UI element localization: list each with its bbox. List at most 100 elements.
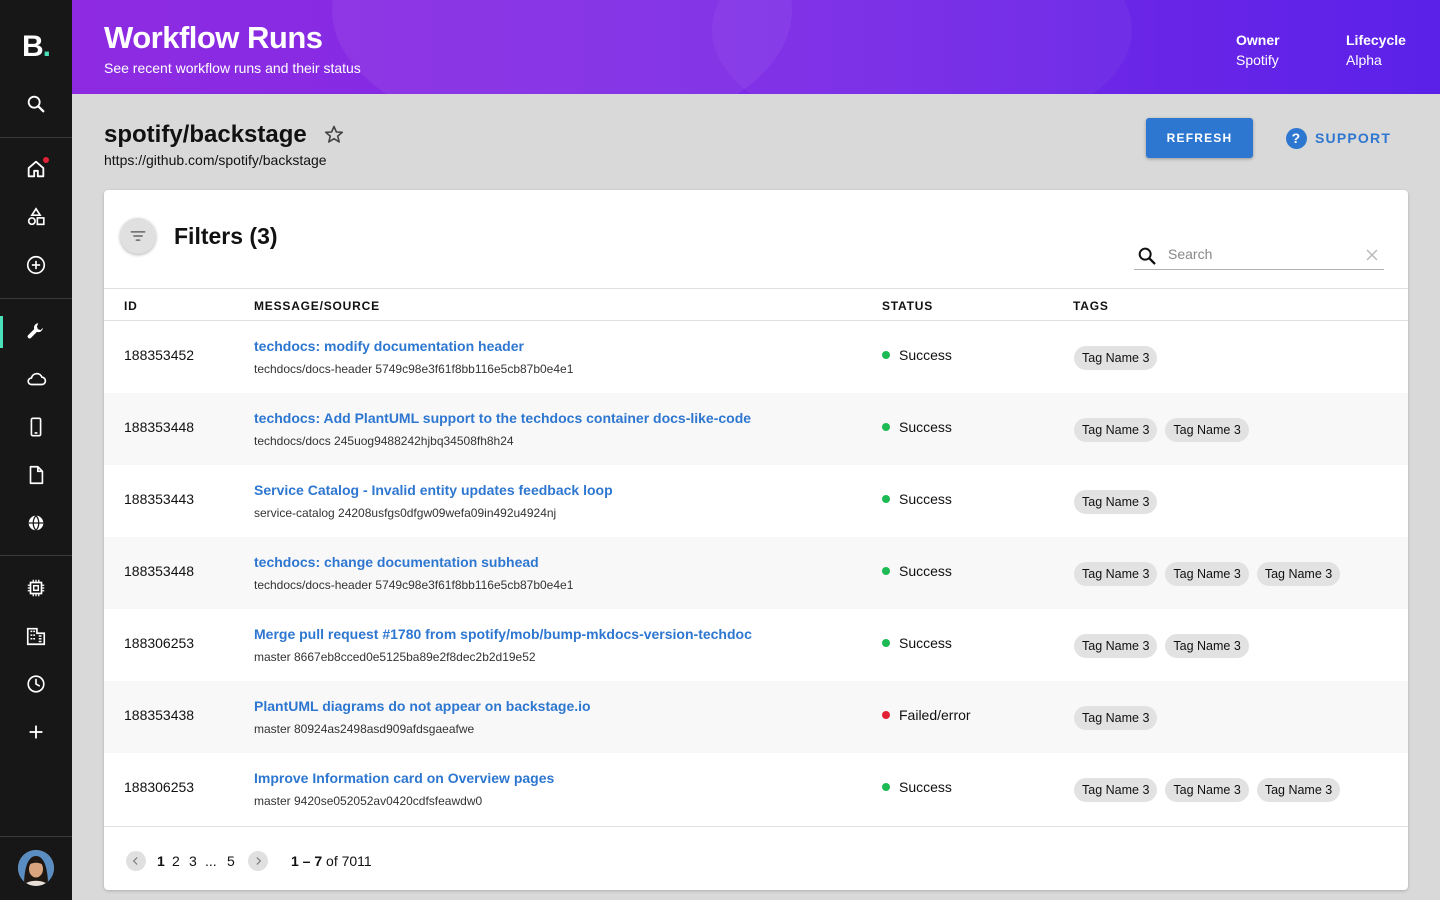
search-input[interactable] — [1168, 246, 1358, 262]
status-label: Success — [899, 347, 952, 363]
run-tags: Tag Name 3 Tag Name 3 — [1074, 418, 1249, 442]
clear-icon[interactable] — [1362, 245, 1382, 270]
sidebar-divider — [0, 836, 72, 837]
page-link[interactable]: 2 — [172, 853, 180, 869]
column-header-status[interactable]: STATUS — [882, 299, 933, 313]
run-message-link[interactable]: techdocs: change documentation subhead — [254, 554, 539, 570]
table-header: ID MESSAGE/SOURCE STATUS TAGS — [104, 288, 1408, 321]
page-title: Workflow Runs — [104, 20, 323, 55]
cloud-icon[interactable] — [0, 359, 72, 399]
search-icon — [1136, 245, 1158, 272]
page-ellipsis: ... — [205, 853, 217, 869]
status-dot — [882, 567, 890, 575]
page-link[interactable]: 1 — [157, 853, 165, 869]
globe-icon[interactable] — [0, 503, 72, 543]
status-label: Success — [899, 779, 952, 795]
status-dot — [882, 711, 890, 719]
tools-icon[interactable] — [0, 311, 72, 351]
owner-label: Owner — [1236, 32, 1280, 48]
building-icon[interactable] — [0, 616, 72, 656]
tag-chip[interactable]: Tag Name 3 — [1165, 418, 1249, 442]
status-dot — [882, 783, 890, 791]
help-icon: ? — [1286, 127, 1307, 149]
backstage-logo[interactable]: B. — [0, 0, 72, 94]
mobile-icon[interactable] — [0, 407, 72, 447]
column-header-message[interactable]: MESSAGE/SOURCE — [254, 299, 380, 313]
table-row: 188353448 techdocs: Add PlantUML support … — [104, 393, 1408, 465]
tag-chip[interactable]: Tag Name 3 — [1256, 562, 1341, 586]
run-id: 188353452 — [124, 347, 195, 363]
refresh-button[interactable]: REFRESH — [1146, 118, 1253, 158]
tag-chip[interactable]: Tag Name 3 — [1074, 418, 1158, 442]
pagination: 1 2 3 ... 5 1 – 7 of 7011 — [104, 826, 1408, 890]
run-message-link[interactable]: Service Catalog - Invalid entity updates… — [254, 482, 613, 498]
run-message-link[interactable]: Merge pull request #1780 from spotify/mo… — [254, 626, 752, 642]
filter-toggle-button[interactable] — [120, 218, 156, 254]
search-icon[interactable] — [0, 84, 72, 124]
status-dot — [882, 639, 890, 647]
range-total: 7011 — [341, 853, 372, 869]
repo-url[interactable]: https://github.com/spotify/backstage — [104, 152, 327, 168]
tag-chip[interactable]: Tag Name 3 — [1256, 778, 1341, 802]
run-message-link[interactable]: techdocs: modify documentation header — [254, 338, 524, 354]
sidebar-divider — [0, 555, 72, 556]
tag-chip[interactable]: Tag Name 3 — [1074, 562, 1158, 586]
page-link[interactable]: 3 — [189, 853, 197, 869]
run-status: Success — [882, 491, 952, 507]
run-source: techdocs/docs 245uog9488242hjbq34508fh8h… — [254, 434, 514, 448]
next-page-button[interactable] — [248, 851, 268, 871]
tag-chip[interactable]: Tag Name 3 — [1074, 490, 1158, 514]
lifecycle-meta: Lifecycle Alpha — [1346, 30, 1406, 70]
status-dot — [882, 351, 890, 359]
run-message-link[interactable]: Improve Information card on Overview pag… — [254, 770, 554, 786]
create-icon[interactable] — [0, 245, 72, 285]
search-field — [1134, 242, 1384, 270]
run-tags: Tag Name 3 — [1074, 346, 1158, 370]
run-message-link[interactable]: techdocs: Add PlantUML support to the te… — [254, 410, 751, 426]
filter-icon — [130, 231, 146, 241]
lifecycle-value: Alpha — [1346, 52, 1382, 68]
column-header-id[interactable]: ID — [124, 299, 138, 313]
tag-chip[interactable]: Tag Name 3 — [1074, 706, 1158, 730]
support-button[interactable]: ? SUPPORT — [1286, 127, 1391, 149]
tag-chip[interactable]: Tag Name 3 — [1165, 778, 1249, 802]
filters-title: Filters (3) — [174, 223, 278, 249]
column-header-tags[interactable]: TAGS — [1073, 299, 1109, 313]
page-link[interactable]: 5 — [227, 853, 235, 869]
tag-chip[interactable]: Tag Name 3 — [1165, 634, 1249, 658]
sidebar: B. — [0, 0, 72, 900]
avatar[interactable] — [18, 850, 54, 886]
run-status: Success — [882, 419, 952, 435]
run-source: techdocs/docs-header 5749c98e3f61f8bb116… — [254, 578, 574, 592]
chevron-left-icon — [132, 857, 138, 865]
workflow-runs-card: Filters (3) ID MESSAGE/SOURCE STATUS TAG… — [104, 190, 1408, 890]
run-tags: Tag Name 3 — [1074, 490, 1158, 514]
table-row: 188306253 Improve Information card on Ove… — [104, 753, 1408, 825]
run-source: techdocs/docs-header 5749c98e3f61f8bb116… — [254, 362, 574, 376]
notification-dot — [43, 157, 49, 163]
add-icon[interactable] — [0, 712, 72, 752]
run-source: service-catalog 24208usfgs0dfgw09wefa09i… — [254, 506, 557, 520]
table-body: 188353452 techdocs: modify documentation … — [104, 321, 1408, 825]
status-label: Failed/error — [899, 707, 971, 723]
catalog-icon[interactable] — [0, 197, 72, 237]
tag-chip[interactable]: Tag Name 3 — [1074, 634, 1158, 658]
home-icon[interactable] — [0, 149, 72, 189]
support-label: SUPPORT — [1315, 130, 1392, 146]
history-icon[interactable] — [0, 664, 72, 704]
range-value: 1 – 7 — [291, 853, 323, 869]
docs-icon[interactable] — [0, 455, 72, 495]
run-message-link[interactable]: PlantUML diagrams do not appear on backs… — [254, 698, 591, 714]
run-id: 188353448 — [124, 563, 195, 579]
lifecycle-label: Lifecycle — [1346, 32, 1406, 48]
tag-chip[interactable]: Tag Name 3 — [1165, 562, 1249, 586]
tag-chip[interactable]: Tag Name 3 — [1074, 778, 1158, 802]
logo-letter: B — [21, 30, 44, 63]
chip-icon[interactable] — [0, 568, 72, 608]
tag-chip[interactable]: Tag Name 3 — [1074, 346, 1158, 370]
star-icon[interactable] — [322, 123, 346, 147]
previous-page-button[interactable] — [126, 851, 146, 871]
range-of-label: of — [326, 853, 338, 869]
run-id: 188353448 — [124, 419, 195, 435]
table-row: 188353443 Service Catalog - Invalid entit… — [104, 465, 1408, 537]
